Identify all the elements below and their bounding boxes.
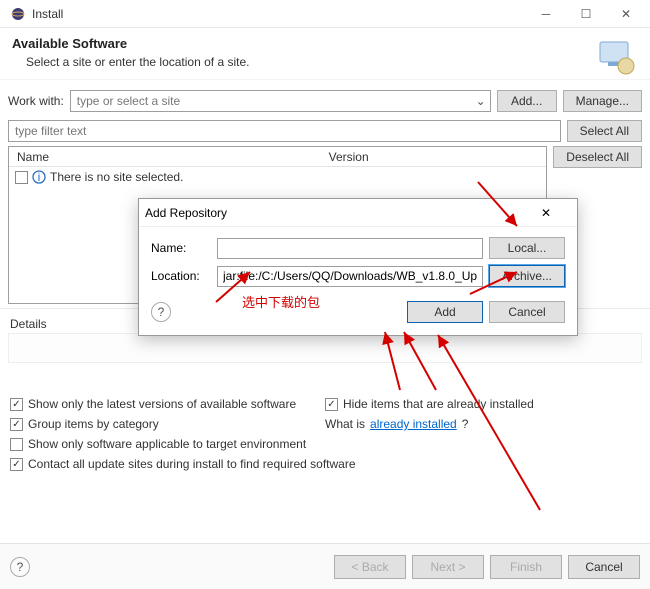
- svg-text:i: i: [38, 170, 41, 184]
- col-name: Name: [9, 150, 321, 164]
- dialog-cancel-button[interactable]: Cancel: [489, 301, 565, 323]
- minimize-button[interactable]: ─: [526, 0, 566, 28]
- lbl-group-category: Group items by category: [28, 417, 159, 431]
- archive-button[interactable]: Archive...: [489, 265, 565, 287]
- wizard-header: Available Software Select a site or ente…: [0, 28, 650, 80]
- dialog-help-icon[interactable]: ?: [151, 302, 171, 322]
- install-header-icon: [596, 36, 638, 81]
- help-icon[interactable]: ?: [10, 557, 30, 577]
- back-button[interactable]: < Back: [334, 555, 406, 579]
- details-textarea[interactable]: [8, 333, 642, 363]
- name-input[interactable]: [217, 238, 483, 259]
- info-icon: i: [32, 170, 46, 184]
- cancel-button[interactable]: Cancel: [568, 555, 640, 579]
- options-panel: Show only the latest versions of availab…: [0, 391, 650, 471]
- dialog-titlebar: Add Repository ✕: [139, 199, 577, 227]
- chevron-down-icon: ⌄: [476, 94, 486, 108]
- tree-header: Name Version: [9, 147, 546, 167]
- deselect-all-button[interactable]: Deselect All: [553, 146, 642, 168]
- dialog-close-button[interactable]: ✕: [541, 206, 571, 220]
- location-label: Location:: [151, 269, 211, 283]
- add-repository-dialog: Add Repository ✕ Name: Local... Location…: [138, 198, 578, 336]
- lbl-hide-installed: Hide items that are already installed: [343, 397, 534, 411]
- work-with-label: Work with:: [8, 94, 64, 108]
- lbl-applicable-target: Show only software applicable to target …: [28, 437, 306, 451]
- titlebar: Install ─ ☐ ✕: [0, 0, 650, 28]
- chk-group-category[interactable]: [10, 418, 23, 431]
- row-checkbox[interactable]: [15, 171, 28, 184]
- dialog-add-button[interactable]: Add: [407, 301, 483, 323]
- chk-contact-sites[interactable]: [10, 458, 23, 471]
- empty-message: There is no site selected.: [50, 170, 183, 184]
- work-with-placeholder: type or select a site: [77, 94, 180, 108]
- name-label: Name:: [151, 241, 211, 255]
- manage-sites-button[interactable]: Manage...: [563, 90, 642, 112]
- location-input[interactable]: [217, 266, 483, 287]
- select-all-button[interactable]: Select All: [567, 120, 642, 142]
- eclipse-icon: [10, 6, 26, 22]
- chk-applicable-target[interactable]: [10, 438, 23, 451]
- add-site-button[interactable]: Add...: [497, 90, 557, 112]
- next-button[interactable]: Next >: [412, 555, 484, 579]
- page-subtitle: Select a site or enter the location of a…: [26, 55, 638, 69]
- col-version: Version: [321, 150, 377, 164]
- lbl-what-is: What is: [325, 417, 365, 431]
- chk-latest-only[interactable]: [10, 398, 23, 411]
- already-installed-link[interactable]: already installed: [370, 417, 457, 431]
- annotation-text: 选中下载的包: [242, 292, 320, 311]
- chk-hide-installed[interactable]: [325, 398, 338, 411]
- filter-input[interactable]: [8, 120, 561, 142]
- maximize-button[interactable]: ☐: [566, 0, 606, 28]
- lbl-latest-only: Show only the latest versions of availab…: [28, 397, 296, 411]
- wizard-footer: ? < Back Next > Finish Cancel: [0, 543, 650, 589]
- local-button[interactable]: Local...: [489, 237, 565, 259]
- work-with-combo[interactable]: type or select a site ⌄: [70, 90, 491, 112]
- lbl-contact-sites: Contact all update sites during install …: [28, 457, 356, 471]
- dialog-title: Add Repository: [145, 206, 541, 220]
- finish-button[interactable]: Finish: [490, 555, 562, 579]
- page-title: Available Software: [12, 36, 638, 51]
- window-title: Install: [32, 7, 526, 21]
- tree-empty-row: i There is no site selected.: [9, 167, 546, 187]
- close-button[interactable]: ✕: [606, 0, 646, 28]
- work-with-row: Work with: type or select a site ⌄ Add..…: [0, 80, 650, 116]
